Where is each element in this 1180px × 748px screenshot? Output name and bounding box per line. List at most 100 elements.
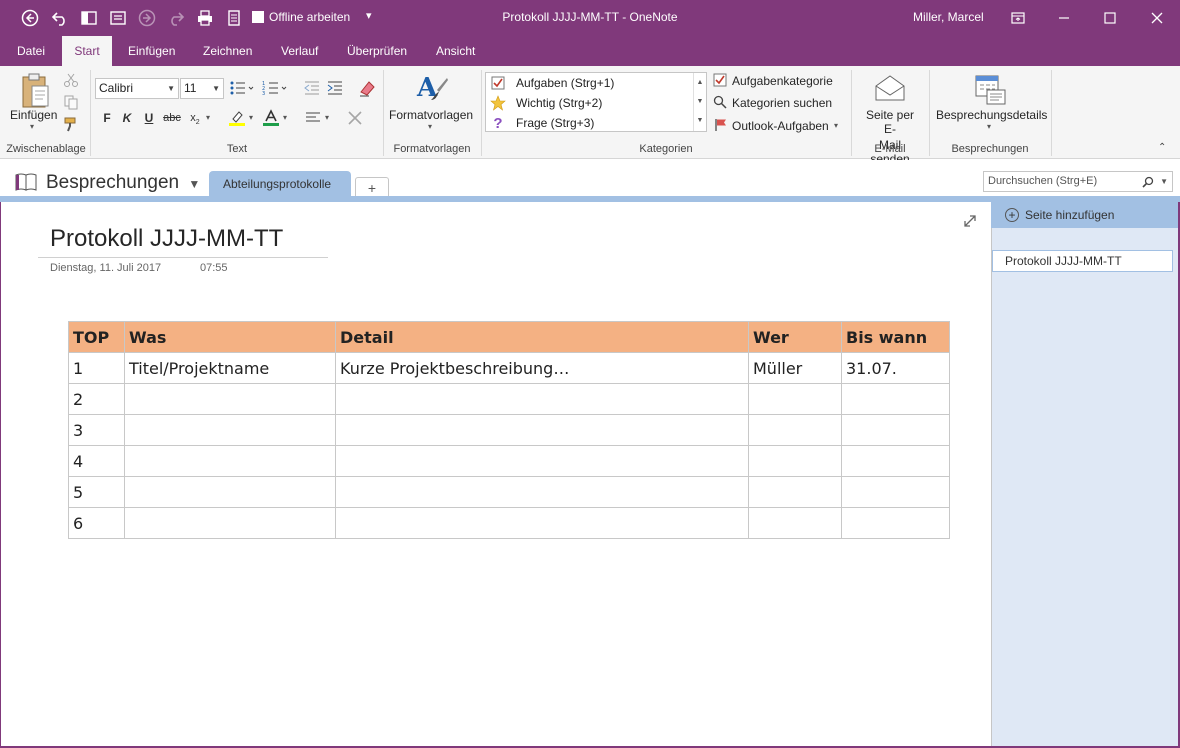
table-cell[interactable] bbox=[841, 383, 950, 415]
copy-icon[interactable] bbox=[63, 94, 79, 110]
font-size-combo[interactable]: 11 ▼ bbox=[180, 78, 224, 99]
expand-gallery-icon[interactable]: ▼ bbox=[694, 111, 706, 130]
tab-zeichnen[interactable]: Zeichnen bbox=[193, 36, 262, 66]
search-icon[interactable] bbox=[1142, 172, 1154, 194]
table-cell[interactable] bbox=[841, 507, 950, 539]
add-page-button[interactable]: + Seite hinzufügen bbox=[991, 202, 1180, 228]
tags-scrollbar[interactable]: ▲ ▼ ▼ bbox=[693, 73, 706, 131]
notebook-icon[interactable] bbox=[14, 172, 38, 192]
offline-checkbox[interactable] bbox=[252, 11, 264, 23]
tab-ueberpruefen[interactable]: Überprüfen bbox=[337, 36, 417, 66]
table-cell[interactable]: Kurze Projektbeschreibung… bbox=[335, 352, 749, 384]
page-list-item[interactable]: Protokoll JJJJ-MM-TT bbox=[992, 250, 1173, 272]
print-icon[interactable] bbox=[195, 8, 215, 28]
tab-datei[interactable]: Datei bbox=[7, 36, 55, 66]
cut-icon[interactable] bbox=[63, 72, 79, 88]
table-cell[interactable] bbox=[748, 507, 842, 539]
strikethrough-button[interactable]: abc bbox=[162, 108, 182, 128]
tab-verlauf[interactable]: Verlauf bbox=[271, 36, 328, 66]
tag-item-important[interactable]: Wichtig (Strg+2) bbox=[486, 93, 694, 113]
table-cell[interactable] bbox=[841, 445, 950, 477]
email-page-icon[interactable] bbox=[874, 74, 906, 102]
todo-tag-checkbox-icon[interactable] bbox=[713, 73, 727, 87]
back-icon[interactable] bbox=[20, 8, 40, 28]
bullets-icon[interactable] bbox=[229, 79, 255, 97]
page-title[interactable]: Protokoll JJJJ-MM-TT bbox=[50, 225, 283, 253]
chevron-down-icon[interactable]: ▾ bbox=[283, 113, 287, 122]
decrease-indent-icon[interactable] bbox=[303, 79, 321, 97]
paste-dropdown-icon[interactable]: ▾ bbox=[30, 122, 34, 131]
tab-start[interactable]: Start bbox=[62, 36, 112, 66]
table-cell[interactable]: Müller bbox=[748, 352, 842, 384]
meeting-details-icon[interactable] bbox=[973, 72, 1007, 106]
user-name[interactable]: Miller, Marcel bbox=[913, 10, 984, 24]
table-cell[interactable]: Titel/Projektname bbox=[124, 352, 336, 384]
column-header[interactable]: Detail bbox=[335, 321, 749, 353]
chevron-down-icon[interactable]: ▼ bbox=[694, 92, 706, 111]
chevron-down-icon[interactable]: ▾ bbox=[834, 121, 838, 130]
styles-button[interactable]: Formatvorlagen bbox=[389, 108, 473, 122]
paragraph-alignment-icon[interactable] bbox=[304, 110, 322, 126]
format-painter-icon[interactable] bbox=[63, 116, 79, 132]
table-cell[interactable] bbox=[748, 414, 842, 446]
underline-button[interactable]: U bbox=[139, 108, 159, 128]
email-page-button[interactable]: Seite per E- Mail senden bbox=[861, 108, 919, 166]
column-header[interactable]: Was bbox=[124, 321, 336, 353]
full-page-view-icon[interactable] bbox=[108, 8, 128, 28]
table-cell[interactable] bbox=[841, 476, 950, 508]
notebook-selector[interactable]: Besprechungen ▼ bbox=[46, 172, 200, 194]
table-cell[interactable] bbox=[335, 507, 749, 539]
minutes-table[interactable]: TOP Was Detail Wer Bis wann 1 Titel/Proj… bbox=[68, 321, 950, 539]
table-cell[interactable]: 4 bbox=[68, 445, 125, 477]
table-cell[interactable]: 3 bbox=[68, 414, 125, 446]
section-tab-abteilungsprotokolle[interactable]: Abteilungsprotokolle bbox=[209, 171, 351, 198]
table-cell[interactable]: 2 bbox=[68, 383, 125, 415]
numbering-icon[interactable]: 123 bbox=[262, 79, 288, 97]
close-icon[interactable] bbox=[1145, 6, 1169, 30]
column-header[interactable]: Bis wann bbox=[841, 321, 950, 353]
table-cell[interactable] bbox=[124, 414, 336, 446]
table-cell[interactable] bbox=[124, 383, 336, 415]
table-cell[interactable]: 5 bbox=[68, 476, 125, 508]
meeting-details-button[interactable]: Besprechungsdetails bbox=[936, 108, 1047, 122]
bold-button[interactable]: F bbox=[97, 108, 117, 128]
table-cell[interactable] bbox=[335, 414, 749, 446]
expand-icon[interactable] bbox=[963, 214, 977, 228]
undo-icon[interactable] bbox=[50, 8, 70, 28]
styles-icon[interactable]: A bbox=[415, 70, 449, 106]
forward-icon[interactable] bbox=[137, 8, 157, 28]
tag-item-question[interactable]: ? Frage (Strg+3) bbox=[486, 113, 694, 133]
subscript-button[interactable]: x2 bbox=[185, 108, 205, 128]
chevron-down-icon[interactable]: ▾ bbox=[206, 113, 210, 122]
ribbon-display-options-icon[interactable] bbox=[1006, 6, 1030, 30]
table-cell[interactable] bbox=[335, 476, 749, 508]
table-cell[interactable] bbox=[124, 476, 336, 508]
chevron-down-icon[interactable]: ▾ bbox=[428, 122, 432, 131]
table-cell[interactable] bbox=[124, 445, 336, 477]
table-cell[interactable]: 1 bbox=[68, 352, 125, 384]
todo-tag-button[interactable]: Aufgabenkategorie bbox=[732, 74, 833, 88]
minimize-icon[interactable] bbox=[1052, 6, 1076, 30]
chevron-down-icon[interactable]: ▾ bbox=[987, 122, 991, 131]
tab-ansicht[interactable]: Ansicht bbox=[426, 36, 485, 66]
chevron-up-icon[interactable]: ▲ bbox=[694, 73, 706, 92]
add-section-button[interactable]: + bbox=[355, 177, 389, 198]
tags-gallery[interactable]: Aufgaben (Strg+1) Wichtig (Strg+2) ? Fra… bbox=[485, 72, 707, 132]
search-input[interactable]: Durchsuchen (Strg+E) ▼ bbox=[983, 171, 1173, 192]
column-header[interactable]: TOP bbox=[68, 321, 125, 353]
delete-icon[interactable] bbox=[347, 110, 363, 126]
clear-formatting-icon[interactable] bbox=[357, 78, 377, 98]
find-tags-icon[interactable] bbox=[713, 95, 727, 109]
table-cell[interactable] bbox=[748, 476, 842, 508]
collapse-ribbon-icon[interactable]: ⌃ bbox=[1158, 142, 1166, 153]
table-cell[interactable]: 31.07. bbox=[841, 352, 950, 384]
customize-qat-icon[interactable]: ▾ bbox=[366, 9, 372, 22]
table-cell[interactable]: 6 bbox=[68, 507, 125, 539]
table-cell[interactable] bbox=[748, 445, 842, 477]
paste-icon[interactable] bbox=[18, 72, 52, 112]
redo-icon[interactable] bbox=[166, 8, 186, 28]
italic-button[interactable]: K bbox=[117, 108, 137, 128]
column-header[interactable]: Wer bbox=[748, 321, 842, 353]
tag-item-todo[interactable]: Aufgaben (Strg+1) bbox=[486, 73, 694, 93]
chevron-down-icon[interactable]: ▾ bbox=[249, 113, 253, 122]
